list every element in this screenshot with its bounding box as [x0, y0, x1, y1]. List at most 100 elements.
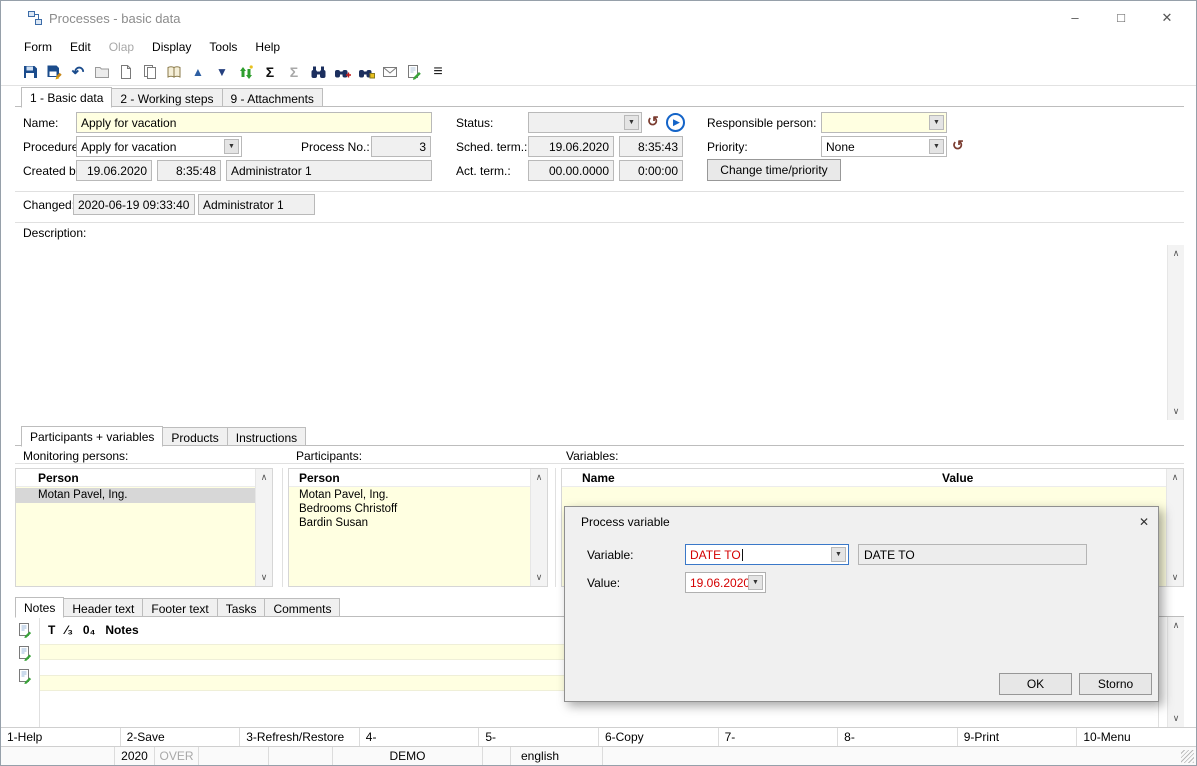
- scroll-up-icon[interactable]: ∧: [1168, 246, 1184, 261]
- new-document-icon[interactable]: [115, 61, 137, 83]
- sum-icon[interactable]: Σ: [259, 61, 281, 83]
- notes-col-frac[interactable]: ⁄₃: [65, 623, 73, 639]
- chevron-down-icon[interactable]: ▼: [748, 575, 763, 590]
- tab-basic-data[interactable]: 1 - Basic data: [21, 87, 112, 108]
- close-button[interactable]: ✕: [1149, 7, 1185, 29]
- fkey-copy[interactable]: 6-Copy: [599, 728, 719, 746]
- fkey-5[interactable]: 5-: [479, 728, 599, 746]
- scroll-down-icon[interactable]: ∨: [531, 570, 547, 585]
- scroll-up-icon[interactable]: ∧: [1168, 618, 1184, 633]
- fkey-7[interactable]: 7-: [719, 728, 839, 746]
- start-process-button[interactable]: ▶: [666, 113, 685, 132]
- sign-icon[interactable]: [403, 61, 425, 83]
- update-icon[interactable]: [235, 61, 257, 83]
- fkey-save[interactable]: 2-Save: [121, 728, 241, 746]
- change-time-priority-button[interactable]: Change time/priority: [707, 159, 841, 181]
- menu-help[interactable]: Help: [246, 40, 289, 54]
- sum-disabled-icon[interactable]: Σ: [283, 61, 305, 83]
- fkey-print[interactable]: 9-Print: [958, 728, 1078, 746]
- monitoring-scrollbar[interactable]: ∧ ∨: [255, 469, 272, 586]
- fkey-4[interactable]: 4-: [360, 728, 480, 746]
- scroll-down-icon[interactable]: ∨: [1167, 570, 1183, 585]
- scroll-up-icon[interactable]: ∧: [256, 470, 272, 485]
- reset-status-icon[interactable]: ↺: [647, 113, 659, 130]
- undo-icon[interactable]: ↶: [67, 61, 89, 83]
- list-item[interactable]: Bardin Susan: [289, 516, 530, 530]
- copy-note-icon[interactable]: [17, 668, 33, 684]
- menu-lines-icon[interactable]: ≡: [427, 61, 449, 83]
- notes-col-t[interactable]: T: [48, 623, 55, 639]
- maximize-button[interactable]: □: [1103, 7, 1139, 29]
- reset-priority-icon[interactable]: ↺: [952, 137, 964, 154]
- list-item[interactable]: Motan Pavel, Ing.: [16, 488, 255, 503]
- notes-col-num[interactable]: 0₄: [83, 623, 95, 639]
- column-header-name[interactable]: Name: [582, 471, 615, 485]
- tab-tasks[interactable]: Tasks: [218, 598, 266, 617]
- tab-participants-variables[interactable]: Participants + variables: [21, 426, 163, 447]
- move-down-icon[interactable]: ▼: [211, 61, 233, 83]
- status-combo[interactable]: ▼: [528, 112, 642, 133]
- find-icon[interactable]: [307, 61, 329, 83]
- scroll-down-icon[interactable]: ∨: [256, 570, 272, 585]
- save-as-icon[interactable]: [43, 61, 65, 83]
- sched-time-field[interactable]: 8:35:43: [619, 136, 683, 157]
- menu-display[interactable]: Display: [143, 40, 200, 54]
- menu-form[interactable]: Form: [15, 40, 61, 54]
- scroll-up-icon[interactable]: ∧: [1167, 470, 1183, 485]
- fkey-help[interactable]: 1-Help: [1, 728, 121, 746]
- chevron-down-icon[interactable]: ▼: [929, 115, 944, 130]
- resize-grip[interactable]: [1181, 750, 1194, 763]
- tab-notes[interactable]: Notes: [15, 597, 64, 618]
- tab-comments[interactable]: Comments: [265, 598, 340, 617]
- variables-scrollbar[interactable]: ∧ ∨: [1166, 469, 1183, 586]
- description-textarea[interactable]: [15, 244, 1184, 421]
- find-field-icon[interactable]: [355, 61, 377, 83]
- tab-header-text[interactable]: Header text: [64, 598, 143, 617]
- variable-combo[interactable]: DATE TO ▼: [685, 544, 849, 565]
- open-folder-icon[interactable]: [91, 61, 113, 83]
- scroll-down-icon[interactable]: ∨: [1168, 711, 1184, 726]
- tab-footer-text[interactable]: Footer text: [143, 598, 217, 617]
- storno-button[interactable]: Storno: [1079, 673, 1152, 695]
- list-item[interactable]: Bedrooms Christoff: [289, 502, 530, 516]
- column-header-person[interactable]: Person: [16, 469, 272, 487]
- fkey-refresh[interactable]: 3-Refresh/Restore: [240, 728, 360, 746]
- ok-button[interactable]: OK: [999, 673, 1072, 695]
- tab-instructions[interactable]: Instructions: [228, 427, 306, 446]
- tab-products[interactable]: Products: [163, 427, 227, 446]
- priority-combo[interactable]: None ▼: [821, 136, 947, 157]
- list-item[interactable]: Motan Pavel, Ing.: [289, 488, 530, 502]
- book-icon[interactable]: [163, 61, 185, 83]
- save-icon[interactable]: [19, 61, 41, 83]
- responsible-combo[interactable]: ▼: [821, 112, 947, 133]
- tab-attachments[interactable]: 9 - Attachments: [223, 88, 323, 107]
- move-up-icon[interactable]: ▲: [187, 61, 209, 83]
- chevron-down-icon[interactable]: ▼: [831, 547, 846, 562]
- insert-note-icon[interactable]: [17, 645, 33, 661]
- sched-date-field[interactable]: 19.06.2020: [528, 136, 614, 157]
- menu-tools[interactable]: Tools: [200, 40, 246, 54]
- chevron-down-icon[interactable]: ▼: [929, 139, 944, 154]
- scroll-down-icon[interactable]: ∨: [1168, 404, 1184, 419]
- find-next-icon[interactable]: [331, 61, 353, 83]
- tab-working-steps[interactable]: 2 - Working steps: [112, 88, 222, 107]
- name-input[interactable]: Apply for vacation: [76, 112, 432, 133]
- chevron-down-icon[interactable]: ▼: [224, 139, 239, 154]
- value-combo[interactable]: 19.06.2020 ▼: [685, 572, 766, 593]
- menu-edit[interactable]: Edit: [61, 40, 100, 54]
- fkey-menu[interactable]: 10-Menu: [1077, 728, 1196, 746]
- add-note-icon[interactable]: [17, 622, 33, 638]
- notes-scrollbar[interactable]: ∧ ∨: [1167, 617, 1184, 727]
- column-header-person[interactable]: Person: [289, 469, 547, 487]
- fkey-8[interactable]: 8-: [838, 728, 958, 746]
- procedure-combo[interactable]: Apply for vacation ▼: [76, 136, 242, 157]
- description-scrollbar[interactable]: ∧ ∨: [1167, 245, 1184, 420]
- copy-icon[interactable]: [139, 61, 161, 83]
- mail-icon[interactable]: [379, 61, 401, 83]
- minimize-button[interactable]: –: [1057, 7, 1093, 29]
- scroll-up-icon[interactable]: ∧: [531, 470, 547, 485]
- dialog-close-icon[interactable]: ✕: [1135, 513, 1153, 531]
- column-header-value[interactable]: Value: [942, 471, 973, 485]
- participants-scrollbar[interactable]: ∧ ∨: [530, 469, 547, 586]
- chevron-down-icon[interactable]: ▼: [624, 115, 639, 130]
